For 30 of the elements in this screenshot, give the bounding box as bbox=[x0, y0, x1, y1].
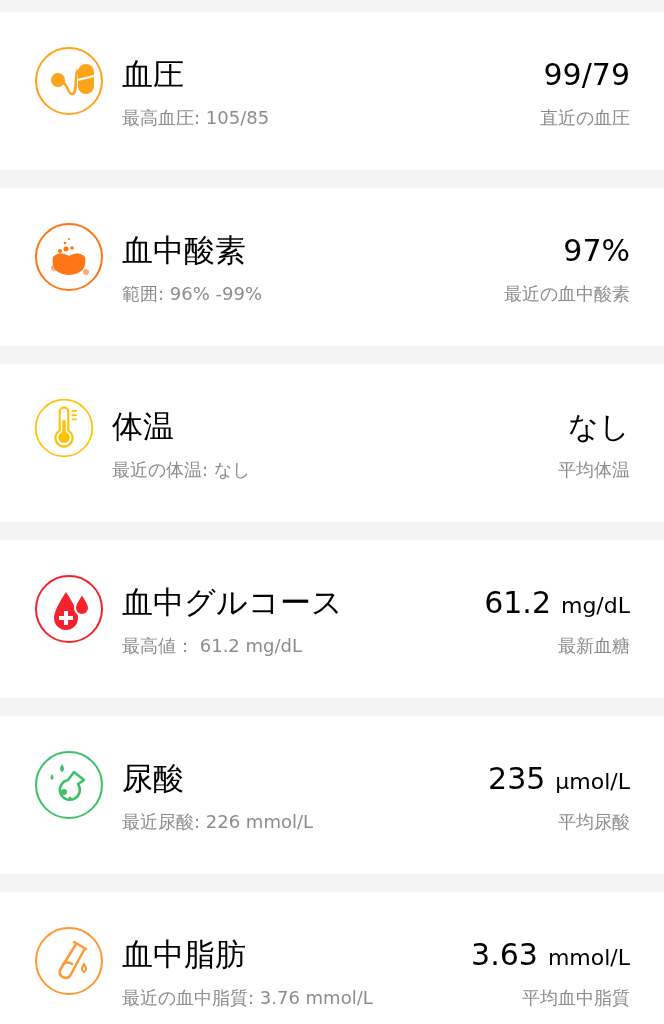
metric-card[interactable]: 血圧 99/79 最高血圧: 105/85 直近の血圧 bbox=[0, 12, 664, 170]
metric-title: 血中グルコース bbox=[122, 582, 343, 622]
metric-caption: 平均血中脂質 bbox=[522, 986, 630, 1010]
metric-title: 血圧 bbox=[122, 54, 184, 94]
metric-card[interactable]: 体温 なし 最近の体温: なし 平均体温 bbox=[0, 364, 664, 522]
metric-card[interactable]: 血中酸素 97% 範囲: 96% -99% 最近の血中酸素 bbox=[0, 188, 664, 346]
metric-caption: 最近の血中酸素 bbox=[504, 282, 630, 306]
metric-value: 3.63 mmol/L bbox=[471, 935, 630, 974]
metric-subtitle: 範囲: 96% -99% bbox=[122, 282, 263, 306]
metric-caption: 平均尿酸 bbox=[558, 810, 630, 834]
metric-subtitle: 最高値： 61.2 mg/dL bbox=[122, 634, 302, 658]
metric-value: 235 μmol/L bbox=[488, 759, 630, 798]
metric-subtitle: 最近の体温: なし bbox=[112, 458, 250, 482]
metric-caption: 最新血糖 bbox=[558, 634, 630, 658]
metric-title: 血中脂肪 bbox=[122, 934, 246, 974]
metric-card[interactable]: 尿酸 235 μmol/L 最近尿酸: 226 mmol/L 平均尿酸 bbox=[0, 716, 664, 874]
metric-value: なし bbox=[568, 407, 630, 446]
metric-subtitle: 最高血圧: 105/85 bbox=[122, 106, 270, 130]
metric-subtitle: 最近の血中脂質: 3.76 mmol/L bbox=[122, 986, 373, 1010]
metric-title: 尿酸 bbox=[122, 758, 184, 798]
metric-card[interactable]: 血中グルコース 61.2 mg/dL 最高値： 61.2 mg/dL 最新血糖 bbox=[0, 540, 664, 698]
metric-title: 体温 bbox=[112, 406, 174, 446]
metric-value: 99/79 bbox=[543, 55, 630, 94]
metric-subtitle: 最近尿酸: 226 mmol/L bbox=[122, 810, 314, 834]
metric-value: 97% bbox=[563, 231, 630, 270]
metric-caption: 直近の血圧 bbox=[540, 106, 630, 130]
metric-title: 血中酸素 bbox=[122, 230, 246, 270]
metric-card[interactable]: 血中脂肪 3.63 mmol/L 最近の血中脂質: 3.76 mmol/L 平均血中脂質 bbox=[0, 892, 664, 1024]
metric-value: 61.2 mg/dL bbox=[484, 583, 630, 622]
metric-caption: 平均体温 bbox=[558, 458, 630, 482]
